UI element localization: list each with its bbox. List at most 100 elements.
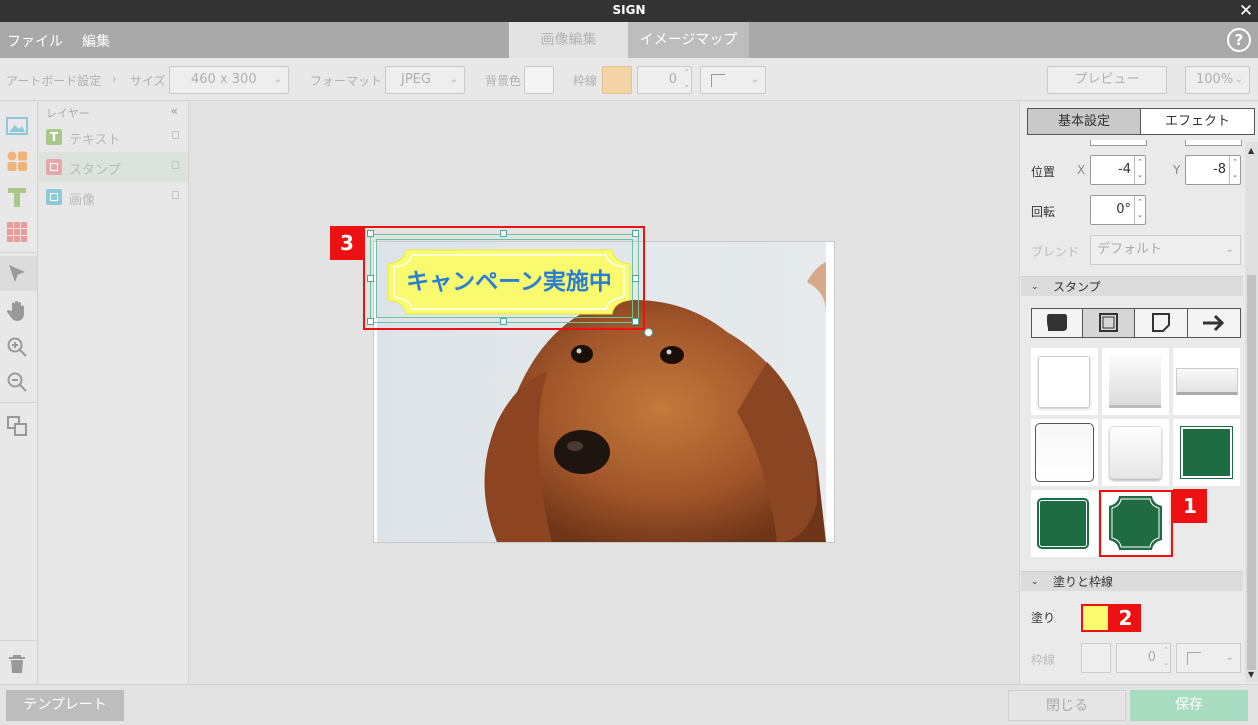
lock-icon[interactable]: [172, 191, 179, 199]
tool-sidebar: [0, 102, 38, 684]
preview-button[interactable]: プレビュー: [1047, 66, 1167, 94]
chevron-down-icon: ⌄: [1225, 244, 1234, 255]
format-select[interactable]: JPEG ⌄: [385, 66, 465, 94]
chevron-down-icon: ⌄: [1234, 74, 1243, 85]
fill-section-header[interactable]: ⌄ 塗りと枠線: [1021, 571, 1243, 591]
stamp-option[interactable]: [1031, 419, 1098, 486]
tab-image-edit[interactable]: 画像編集: [509, 22, 628, 58]
scroll-up-icon[interactable]: ▲: [1248, 146, 1254, 155]
size-select[interactable]: 460 x 300 ⌄: [169, 66, 289, 94]
menu-edit[interactable]: 編集: [82, 31, 110, 51]
rotation-input[interactable]: 0° ⌃ ⌄: [1090, 195, 1146, 225]
position-x-value: -4: [1118, 162, 1131, 177]
stroke-color-swatch[interactable]: [1081, 643, 1111, 673]
canvas-area[interactable]: キャンペーン実施中 3: [189, 102, 1019, 684]
scrollbar-track[interactable]: ▲ ▼: [1245, 142, 1258, 682]
grid-tool-icon[interactable]: [5, 220, 29, 244]
chevron-down-icon: ⌄: [750, 74, 759, 85]
image-tool-icon[interactable]: [5, 114, 29, 138]
rotate-handle[interactable]: [644, 328, 653, 337]
help-icon[interactable]: ?: [1227, 28, 1251, 52]
blend-label: ブレンド: [1031, 245, 1080, 259]
position-y-value: -8: [1213, 162, 1226, 177]
size-value: 460 x 300: [191, 72, 257, 87]
stamp-option[interactable]: [1031, 490, 1098, 557]
lock-icon[interactable]: [172, 131, 179, 139]
border-label: 枠線: [573, 74, 598, 88]
layer-label: スタンプ: [69, 163, 121, 178]
stamp-option[interactable]: [1102, 348, 1169, 415]
zoom-in-icon[interactable]: [5, 335, 29, 359]
border-color-swatch[interactable]: [602, 66, 632, 94]
border-style-select[interactable]: ⌄: [700, 66, 766, 94]
stamp-option[interactable]: [1173, 348, 1240, 415]
chevron-down-icon: ⌄: [1225, 652, 1234, 663]
stepper-arrows-icon[interactable]: ⌃ ⌄: [1134, 196, 1145, 224]
select-arrow-icon[interactable]: [5, 262, 29, 286]
stamp-option[interactable]: [1173, 419, 1240, 486]
close-window-icon[interactable]: ✕: [1236, 0, 1256, 22]
zoom-select[interactable]: 100% ⌄: [1185, 66, 1250, 94]
chevron-down-icon: ⌄: [1031, 577, 1039, 587]
layer-label: 画像: [69, 193, 96, 208]
layers-title: レイヤー: [46, 107, 90, 120]
template-button[interactable]: テンプレート: [6, 690, 124, 721]
annotation-frame-3: [363, 226, 645, 330]
background-color-label: 背景色: [485, 74, 522, 88]
text-tool-icon[interactable]: [5, 185, 29, 209]
stamp-option[interactable]: [1102, 419, 1169, 486]
trash-icon[interactable]: [5, 652, 29, 676]
layers-panel: レイヤー « T テキスト スタンプ 画像: [39, 102, 189, 684]
stepper-arrows-icon: ⌃ ⌄: [1163, 646, 1169, 667]
collapse-icon[interactable]: «: [171, 104, 178, 118]
size-label: サイズ: [130, 74, 166, 88]
toolbar: アートボード設定 › サイズ 460 x 300 ⌄ フォーマット JPEG ⌄…: [0, 58, 1258, 101]
background-color-swatch[interactable]: [524, 66, 554, 94]
rotation-value: 0°: [1116, 202, 1131, 217]
save-button[interactable]: 保存: [1130, 690, 1248, 721]
tab-image-map[interactable]: イメージマップ: [628, 22, 749, 58]
position-x-input[interactable]: -4 ⌃ ⌄: [1090, 155, 1146, 185]
tab-basic-settings[interactable]: 基本設定: [1027, 108, 1141, 135]
chevron-down-icon: ⌄: [273, 74, 282, 85]
frame-icon: [1099, 313, 1118, 332]
stepper-arrows-icon[interactable]: ⌃ ⌄: [1134, 156, 1145, 184]
stamp-layer-icon: [46, 159, 62, 175]
zoom-out-icon[interactable]: [5, 370, 29, 394]
note-category-button[interactable]: [1134, 308, 1188, 338]
hand-tool-icon[interactable]: [5, 299, 29, 323]
layer-item-text[interactable]: T テキスト: [39, 122, 188, 152]
stroke-width-stepper[interactable]: 0 ⌃ ⌄: [1116, 643, 1171, 673]
menu-file[interactable]: ファイル: [7, 31, 63, 51]
position-y-input[interactable]: -8 ⌃ ⌄: [1185, 155, 1241, 185]
blend-select[interactable]: デフォルト ⌄: [1090, 235, 1241, 265]
format-value: JPEG: [401, 72, 431, 87]
clipped-field: [1185, 140, 1242, 146]
frame-category-button[interactable]: [1082, 308, 1135, 338]
zoom-value: 100%: [1196, 72, 1234, 87]
tab-effect[interactable]: エフェクト: [1140, 108, 1255, 135]
stroke-style-select[interactable]: ⌄: [1176, 643, 1241, 673]
arrow-right-icon: [1203, 314, 1225, 332]
arrow-category-button[interactable]: [1187, 308, 1241, 338]
layer-item-stamp[interactable]: スタンプ: [39, 152, 188, 182]
layer-item-image[interactable]: 画像: [39, 182, 188, 212]
lock-icon[interactable]: [172, 161, 179, 169]
scrollbar-thumb[interactable]: [1247, 275, 1256, 670]
corner-style-icon: [711, 74, 725, 87]
stamp-section-header[interactable]: ⌄ スタンプ: [1021, 276, 1243, 296]
scroll-down-icon[interactable]: ▼: [1248, 670, 1254, 679]
stroke-width-value: 0: [1147, 650, 1156, 665]
border-width-stepper[interactable]: 0 ⌃ ⌄: [637, 66, 692, 94]
stamp-option[interactable]: [1031, 348, 1098, 415]
y-label: Y: [1173, 163, 1181, 177]
arrange-icon[interactable]: [5, 414, 29, 438]
speech-bubble-icon: [1047, 314, 1067, 331]
fill-color-swatch[interactable]: [1081, 604, 1110, 632]
x-label: X: [1077, 163, 1086, 177]
image-layer-icon: [46, 189, 62, 205]
stepper-arrows-icon[interactable]: ⌃ ⌄: [1229, 156, 1240, 184]
stamp-tool-icon[interactable]: [5, 149, 29, 173]
close-button[interactable]: 閉じる: [1008, 690, 1126, 721]
speech-bubble-category-button[interactable]: [1031, 308, 1083, 338]
